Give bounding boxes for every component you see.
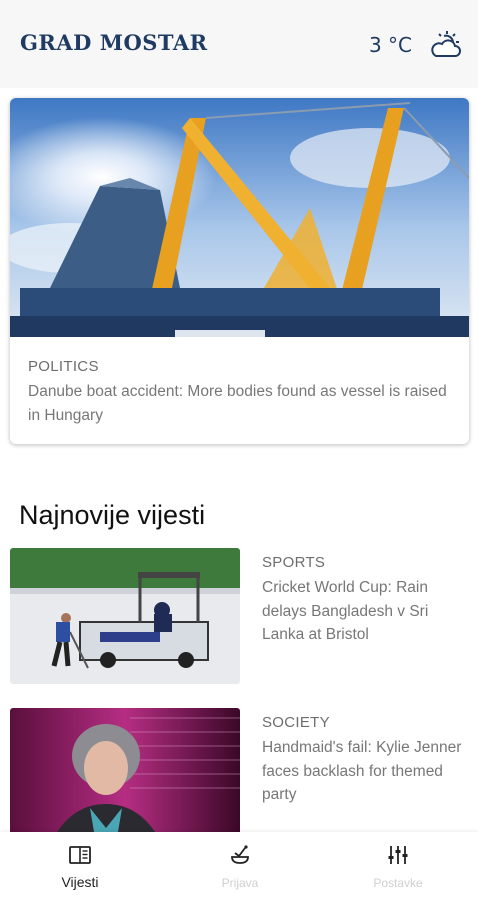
app-header: GRAD MOSTAR 3 °C [0, 0, 478, 88]
news-category: SOCIETY [262, 714, 330, 731]
featured-news-title[interactable]: Danube boat accident: More bodies found … [28, 380, 448, 428]
nav-label: Prijava [221, 876, 259, 890]
nav-tab-vijesti[interactable]: Vijesti [0, 832, 160, 900]
weather-widget[interactable]: 3 °C [369, 30, 462, 60]
nav-label: Postavke [373, 876, 423, 890]
news-title[interactable]: Cricket World Cup: Rain delays Banglades… [262, 576, 472, 647]
news-category: SPORTS [262, 554, 326, 571]
temperature-label: 3 °C [368, 33, 412, 57]
news-list-item[interactable]: SPORTS Cricket World Cup: Rain delays Ba… [10, 548, 468, 684]
nav-tab-prijava[interactable]: Prijava [160, 832, 320, 900]
app-brand-title: GRAD MOSTAR [20, 30, 208, 55]
news-thumbnail [10, 548, 240, 684]
featured-news-category: POLITICS [28, 358, 99, 375]
latest-news-heading: Najnovije vijesti [19, 500, 206, 530]
featured-news-card[interactable]: POLITICS Danube boat accident: More bodi… [10, 98, 469, 444]
report-icon [231, 845, 249, 864]
news-list-item[interactable]: SOCIETY Handmaid's fail: Kylie Jenner fa… [10, 708, 468, 844]
sliders-icon [388, 846, 408, 864]
nav-tab-postavke[interactable]: Postavke [318, 832, 478, 900]
nav-label: Vijesti [61, 874, 99, 890]
partly-cloudy-icon [431, 31, 461, 57]
news-thumbnail [10, 708, 240, 844]
news-title[interactable]: Handmaid's fail: Kylie Jenner faces back… [262, 736, 472, 807]
newspaper-icon [69, 846, 91, 864]
featured-news-image [10, 98, 469, 337]
bottom-navigation: Vijesti Prijava Postavke [0, 832, 478, 900]
